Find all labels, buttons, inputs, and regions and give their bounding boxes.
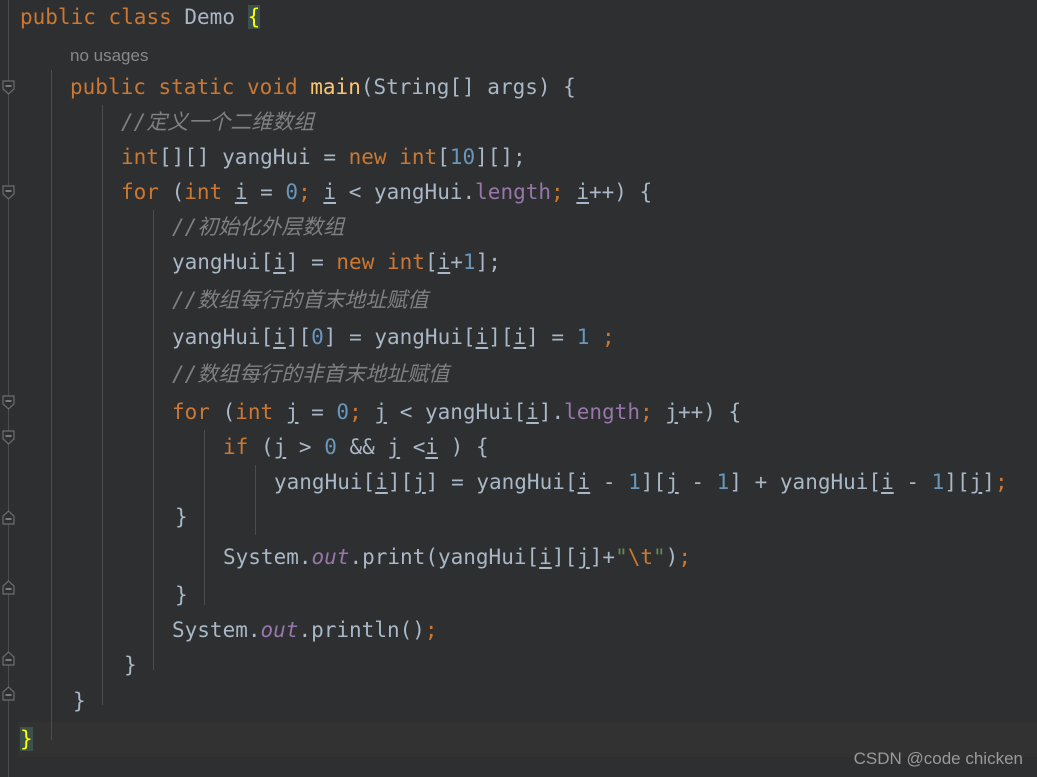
indent-guide-1 xyxy=(51,70,52,740)
code-line-4[interactable]: //定义一个二维数组 xyxy=(121,105,314,140)
matched-brace-close: } xyxy=(20,727,33,751)
indent-guide-3 xyxy=(153,210,154,670)
code-line-5[interactable]: int[][] yangHui = new int[10][]; xyxy=(121,140,526,175)
code-line-20[interactable]: } xyxy=(73,684,86,719)
code-line-15[interactable]: } xyxy=(175,500,188,535)
fold-collapse-icon-line-6[interactable] xyxy=(1,185,16,200)
code-line-19[interactable]: } xyxy=(124,648,137,683)
fold-collapse-icon-line-3[interactable] xyxy=(1,80,16,95)
code-line-17[interactable]: } xyxy=(175,578,188,613)
fold-end-icon-line-20[interactable] xyxy=(1,686,16,701)
code-line-3[interactable]: public static void main(String[] args) { xyxy=(70,70,576,105)
code-line-14[interactable]: yangHui[i][j] = yangHui[i - 1][j - 1] + … xyxy=(274,465,1008,500)
csdn-watermark: CSDN @code chicken xyxy=(853,749,1023,768)
fold-end-icon-line-15[interactable] xyxy=(1,510,16,525)
code-line-21[interactable]: } xyxy=(20,722,33,757)
code-line-13[interactable]: if (j > 0 && j <i ) { xyxy=(223,430,489,465)
indent-guide-5 xyxy=(255,465,256,535)
code-line-1[interactable]: public class Demo { xyxy=(20,0,261,35)
matched-brace-open: { xyxy=(247,5,261,29)
code-content[interactable]: public class Demo { no usages public sta… xyxy=(18,0,1037,777)
code-line-10[interactable]: yangHui[i][0] = yangHui[i][i] = 1 ; xyxy=(172,320,615,355)
code-line-7[interactable]: //初始化外层数组 xyxy=(172,210,344,245)
fold-end-icon-line-17[interactable] xyxy=(1,580,16,595)
code-line-11[interactable]: //数组每行的非首末地址赋值 xyxy=(172,357,449,392)
indent-guide-2 xyxy=(102,105,103,705)
fold-collapse-icon-line-13[interactable] xyxy=(1,430,16,445)
indent-guide-4 xyxy=(204,430,205,605)
code-line-12[interactable]: for (int j = 0; j < yangHui[i].length; j… xyxy=(172,395,741,430)
fold-collapse-icon-line-12[interactable] xyxy=(1,395,16,410)
inlay-hint-no-usages[interactable]: no usages xyxy=(70,38,148,73)
code-line-18[interactable]: System.out.println(); xyxy=(172,613,438,648)
code-editor[interactable]: public class Demo { no usages public sta… xyxy=(0,0,1037,777)
code-line-8[interactable]: yangHui[i] = new int[i+1]; xyxy=(172,245,501,280)
code-line-6[interactable]: for (int i = 0; i < yangHui.length; i++)… xyxy=(121,175,652,210)
code-line-9[interactable]: //数组每行的首末地址赋值 xyxy=(172,283,428,318)
fold-end-icon-line-19[interactable] xyxy=(1,651,16,666)
code-line-16[interactable]: System.out.print(yangHui[i][j]+"\t"); xyxy=(223,540,691,575)
editor-gutter[interactable] xyxy=(0,0,18,777)
